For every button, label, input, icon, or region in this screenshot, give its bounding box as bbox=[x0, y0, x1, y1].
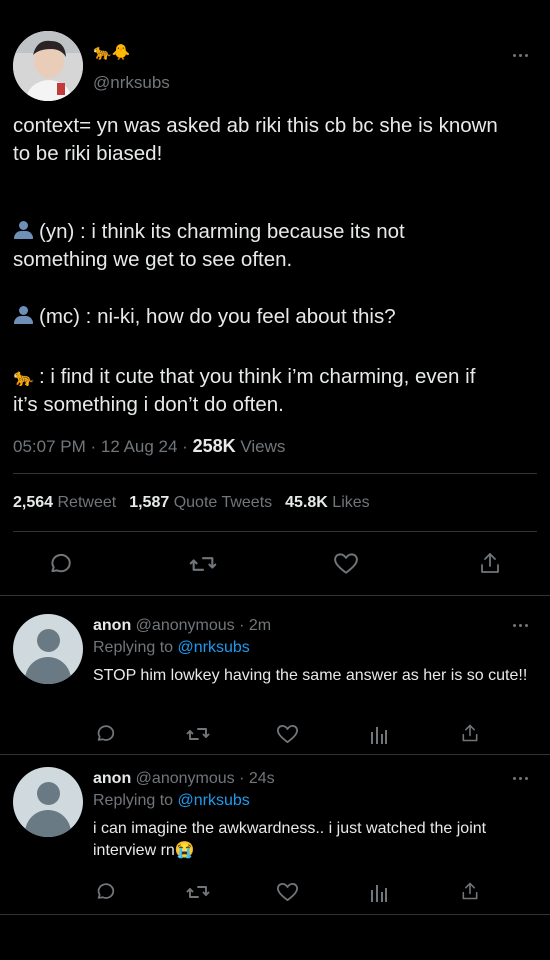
tweet-line-7: it’s something i don’t do often. bbox=[13, 393, 284, 416]
analytics-icon[interactable] bbox=[370, 724, 388, 744]
views-label: Views bbox=[235, 437, 286, 456]
share-icon[interactable] bbox=[460, 722, 480, 744]
replying-to: Replying to @nrksubs bbox=[93, 792, 250, 809]
profile-avatar[interactable] bbox=[13, 31, 83, 101]
tweet-line-4: something we get to see often. bbox=[13, 248, 293, 271]
replying-to-link[interactable]: @nrksubs bbox=[178, 639, 250, 656]
retweet-icon[interactable] bbox=[189, 551, 217, 577]
reply-text: i can imagine the awkwardness.. i just w… bbox=[93, 820, 487, 859]
reply-action-bar bbox=[0, 880, 550, 904]
like-icon[interactable] bbox=[333, 551, 359, 575]
person-silhouette-icon bbox=[13, 221, 35, 239]
divider bbox=[13, 531, 537, 532]
divider bbox=[13, 473, 537, 474]
timestamp[interactable]: 05:07 PM · 12 Aug 24 · bbox=[13, 437, 193, 456]
reply-icon[interactable] bbox=[94, 880, 116, 902]
more-options-icon[interactable] bbox=[511, 51, 531, 59]
avatar[interactable] bbox=[13, 614, 83, 684]
tweet-line-2: to be riki biased! bbox=[13, 142, 163, 165]
reply-handle-time[interactable]: @anonymous · 24s bbox=[136, 770, 275, 787]
like-icon[interactable] bbox=[276, 723, 299, 744]
person-silhouette-icon bbox=[13, 306, 35, 324]
reply-action-bar bbox=[0, 722, 550, 746]
reply-icon[interactable] bbox=[47, 550, 73, 576]
views-count: 258K bbox=[192, 436, 236, 456]
tweet-line-3: (yn) : i think its charming because its … bbox=[13, 218, 405, 246]
reply-text: STOP him lowkey having the same answer a… bbox=[93, 667, 528, 684]
reply-author-name[interactable]: anon bbox=[93, 770, 131, 787]
reply-header: anon @anonymous · 24s bbox=[93, 770, 275, 788]
retweet-count[interactable]: 2,564 bbox=[13, 494, 53, 511]
retweet-icon[interactable] bbox=[186, 723, 210, 745]
retweet-label[interactable]: Retweet bbox=[58, 494, 117, 511]
analytics-icon[interactable] bbox=[370, 882, 388, 902]
like-icon[interactable] bbox=[276, 881, 299, 902]
leopard-icon: 🐆 bbox=[13, 368, 35, 388]
tweet-meta: 05:07 PM · 12 Aug 24 · 258K Views bbox=[13, 436, 285, 457]
display-name-emoji[interactable]: 🐆🐥 bbox=[93, 44, 130, 60]
tweet-line-6: 🐆: i find it cute that you think i’m cha… bbox=[13, 363, 475, 392]
reply-tweet[interactable]: anon @anonymous · 2m Replying to @nrksub… bbox=[0, 596, 550, 754]
tweet-stats: 2,564 Retweet 1,587 Quote Tweets 45.8K Lik… bbox=[13, 494, 383, 512]
tweet-line-5: (mc) : ni-ki, how do you feel about this… bbox=[13, 303, 396, 331]
main-action-bar bbox=[0, 548, 550, 578]
tweet-line-1: context= yn was asked ab riki this cb bc… bbox=[13, 114, 498, 137]
reply-handle-time[interactable]: @anonymous · 2m bbox=[136, 617, 271, 634]
more-options-icon[interactable] bbox=[511, 774, 531, 782]
share-icon[interactable] bbox=[460, 880, 480, 902]
like-count[interactable]: 45.8K bbox=[285, 494, 328, 511]
handle[interactable]: @nrksubs bbox=[93, 73, 170, 93]
reply-header: anon @anonymous · 2m bbox=[93, 617, 271, 635]
quote-count[interactable]: 1,587 bbox=[129, 494, 169, 511]
replying-to: Replying to @nrksubs bbox=[93, 639, 250, 656]
reply-tweet[interactable]: anon @anonymous · 24s Replying to @nrksu… bbox=[0, 755, 550, 915]
retweet-icon[interactable] bbox=[186, 881, 210, 903]
share-icon[interactable] bbox=[478, 550, 502, 576]
more-options-icon[interactable] bbox=[511, 621, 531, 629]
divider bbox=[0, 914, 550, 915]
reply-author-name[interactable]: anon bbox=[93, 617, 131, 634]
quote-label[interactable]: Quote Tweets bbox=[174, 494, 272, 511]
replying-to-link[interactable]: @nrksubs bbox=[178, 792, 250, 809]
reply-icon[interactable] bbox=[94, 722, 116, 744]
like-label[interactable]: Likes bbox=[332, 494, 369, 511]
avatar[interactable] bbox=[13, 767, 83, 837]
